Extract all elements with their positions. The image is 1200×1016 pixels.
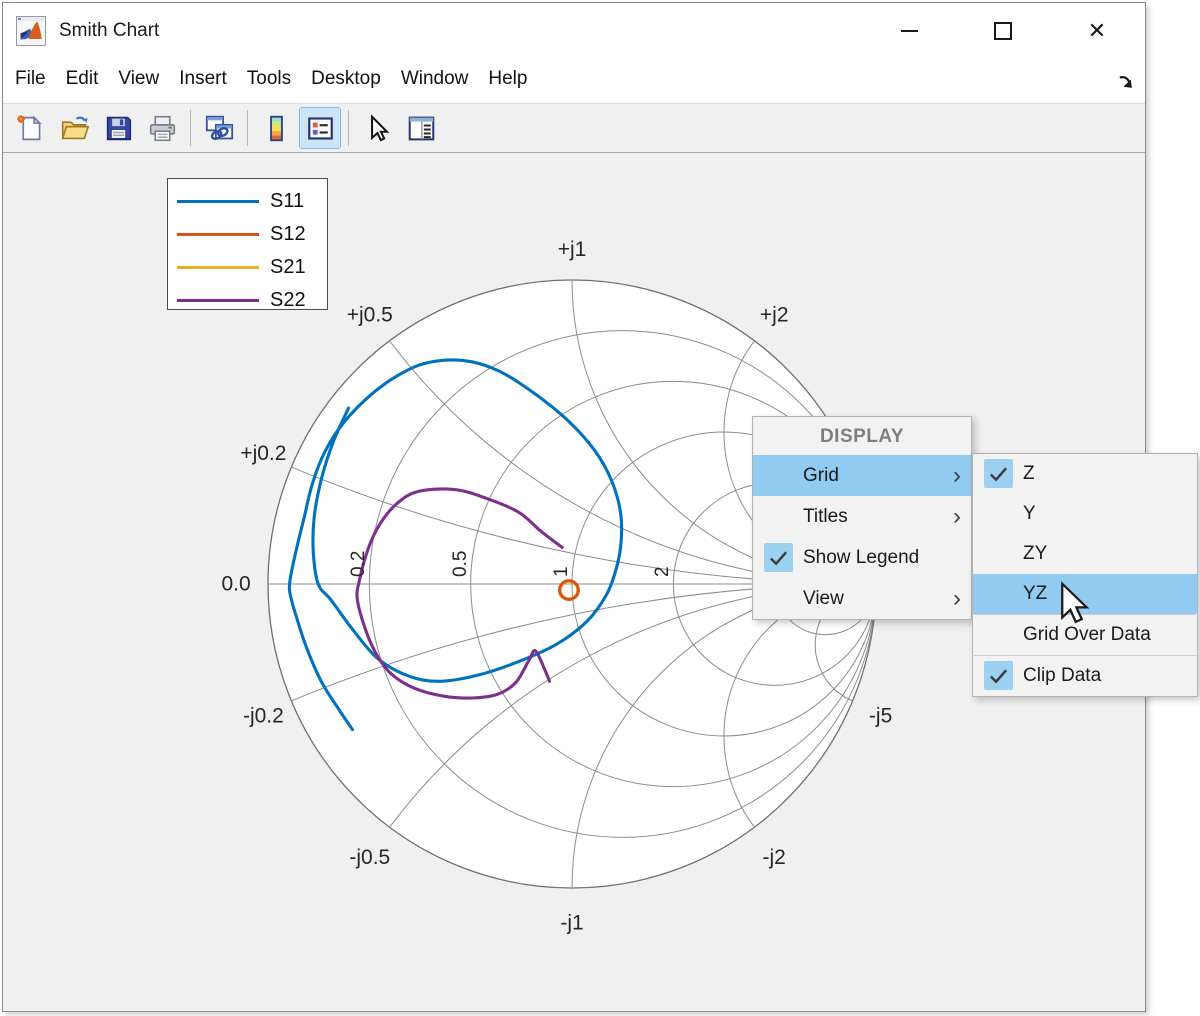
menu-item-label: Titles: [803, 505, 848, 527]
menu-item-label: Show Legend: [803, 546, 920, 568]
insert-colorbar-button[interactable]: [255, 107, 297, 149]
menu-item-clip-data[interactable]: Clip Data: [973, 656, 1197, 696]
legend-line-sample: [177, 200, 259, 203]
edit-plot-button[interactable]: [356, 107, 398, 149]
menu-item-z[interactable]: Z: [973, 454, 1197, 494]
menubar-item-file[interactable]: File: [5, 68, 56, 90]
menu-item-label: Grid: [803, 464, 839, 486]
legend-label: S11: [270, 190, 305, 212]
legend-label: S21: [270, 256, 306, 278]
legend-entry-s22[interactable]: S22: [168, 284, 327, 317]
save-figure-icon: [106, 116, 131, 140]
checkmark-icon: [984, 459, 1013, 488]
insert-legend-button[interactable]: [299, 107, 341, 149]
print-figure-button[interactable]: [141, 107, 183, 149]
menu-item-titles[interactable]: Titles ›: [753, 496, 971, 537]
menu-item-y[interactable]: Y: [973, 494, 1197, 534]
toolbar-separator: [190, 110, 191, 146]
menu-item-label: Y: [1023, 503, 1036, 524]
context-menu-header: DISPLAY: [819, 426, 905, 447]
toolbar-separator: [348, 110, 349, 146]
menubar-item-edit[interactable]: Edit: [56, 68, 109, 90]
menu-item-label: YZ: [1023, 583, 1048, 604]
save-figure-button[interactable]: [97, 107, 139, 149]
menu-item-zy[interactable]: ZY: [973, 534, 1197, 574]
maximize-button[interactable]: [975, 15, 1031, 47]
menubar-item-view[interactable]: View: [108, 68, 169, 90]
menubar-item-window[interactable]: Window: [391, 68, 479, 90]
edit-plot-icon: [370, 113, 389, 141]
legend-entry-s11[interactable]: S11: [168, 185, 327, 218]
checkmark-icon: [764, 542, 793, 572]
close-button[interactable]: ✕: [1069, 15, 1125, 47]
toolbar: [3, 103, 1145, 153]
dock-figure-icon[interactable]: [1117, 73, 1135, 91]
checkmark-icon: [984, 661, 1013, 690]
menubar-item-desktop[interactable]: Desktop: [301, 68, 391, 90]
insert-colorbar-icon: [269, 115, 283, 141]
menubar-item-insert[interactable]: Insert: [169, 68, 237, 90]
window-title: Smith Chart: [59, 20, 160, 41]
legend-label: S22: [270, 289, 306, 311]
new-figure-button[interactable]: [9, 107, 51, 149]
legend-line-sample: [177, 266, 259, 269]
menu-item-label: Z: [1023, 463, 1035, 484]
minimize-icon: [900, 30, 918, 32]
menu-item-show-legend[interactable]: Show Legend: [753, 537, 971, 578]
chart-legend[interactable]: S11 S12 S21 S22: [167, 178, 328, 311]
property-inspector-icon: [408, 116, 434, 140]
link-plot-button[interactable]: [198, 107, 240, 149]
matlab-logo-icon: [16, 16, 46, 46]
legend-line-sample: [177, 299, 259, 302]
legend-entry-s12[interactable]: S12: [168, 218, 327, 251]
titlebar[interactable]: Smith Chart ✕: [3, 3, 1145, 59]
open-file-icon: [61, 116, 89, 139]
new-figure-icon: [16, 114, 42, 140]
legend-line-sample: [177, 233, 259, 236]
maximize-icon: [994, 22, 1012, 40]
menubar: File Edit View Insert Tools Desktop Window Help: [3, 59, 1145, 103]
toolbar-separator: [247, 110, 248, 146]
print-figure-icon: [149, 115, 175, 141]
mouse-cursor: [1061, 581, 1090, 624]
context-menu: DISPLAY Grid › Titles › Show Legend View ›: [752, 416, 972, 620]
menu-item-grid[interactable]: Grid ›: [753, 455, 971, 496]
menubar-item-tools[interactable]: Tools: [237, 68, 301, 90]
legend-entry-s21[interactable]: S21: [168, 251, 327, 284]
grid-submenu: Z Y ZY YZ Grid Over Data Clip Data: [972, 453, 1198, 697]
menu-item-label: ZY: [1023, 543, 1048, 564]
open-file-button[interactable]: [53, 107, 95, 149]
legend-label: S12: [270, 223, 306, 245]
insert-legend-icon: [307, 116, 333, 140]
menu-item-label: View: [803, 587, 844, 609]
menubar-item-help[interactable]: Help: [478, 68, 537, 90]
property-inspector-button[interactable]: [400, 107, 442, 149]
menu-item-label: Clip Data: [1023, 665, 1102, 686]
link-plot-icon: [205, 115, 233, 140]
minimize-button[interactable]: [881, 15, 937, 47]
menu-item-view[interactable]: View ›: [753, 578, 971, 619]
